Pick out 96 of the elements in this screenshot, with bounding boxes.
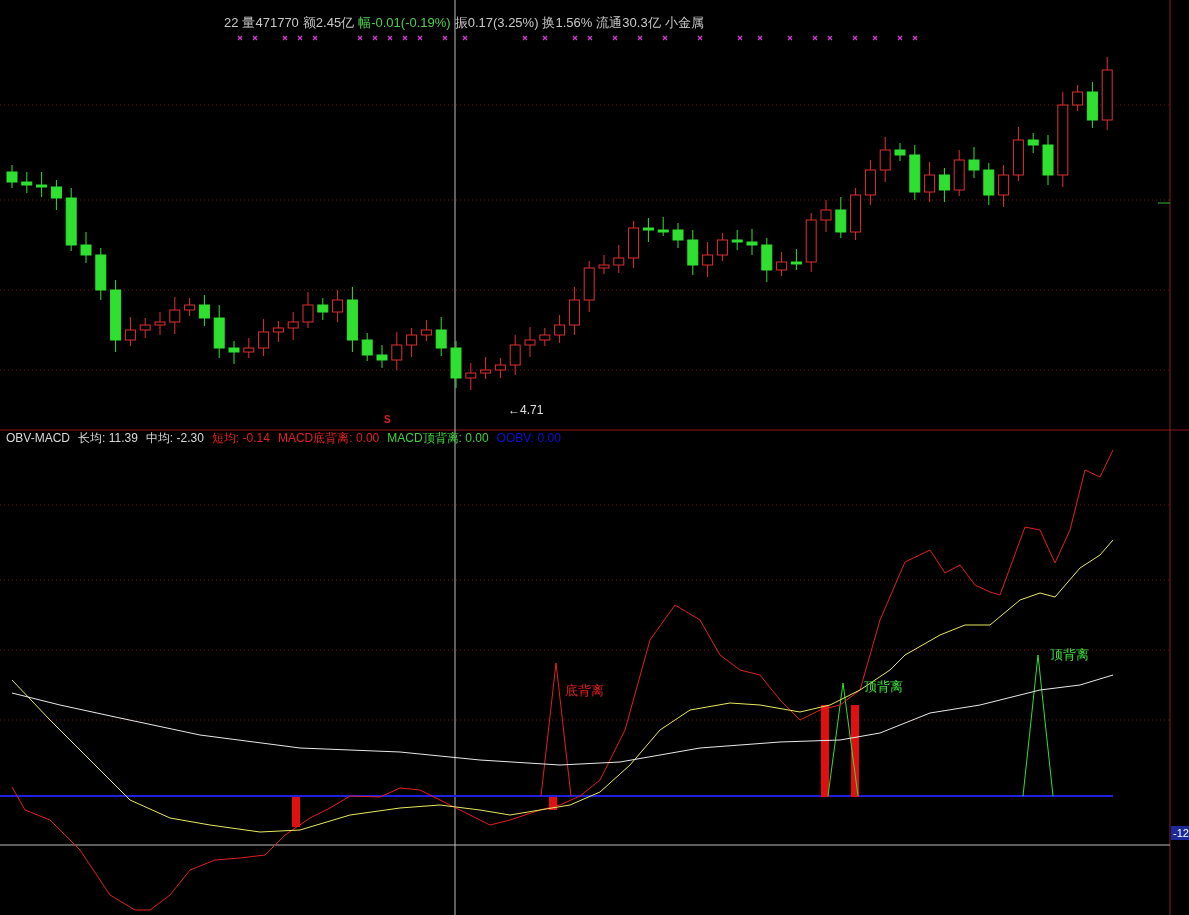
candle [361,332,373,362]
candle [716,232,728,262]
quote-text: 量471770 [242,14,299,31]
candle [465,362,477,391]
candle [272,320,284,343]
candle [139,317,151,339]
candle [672,222,684,249]
legend-text: 短均: -0.14 [211,430,270,446]
candle [317,297,329,321]
candle [198,294,210,327]
legend-text: OOBV: 0.00 [496,430,561,446]
price-tick [1157,202,1171,204]
axis-readout: -12 [1171,826,1189,840]
candle [524,326,536,358]
candle [776,251,788,277]
candle [509,334,521,376]
quote-text: 22 [224,14,239,31]
candle [258,318,270,357]
candle [613,244,625,274]
candle [539,327,551,347]
candle [65,187,77,252]
candle [435,316,447,357]
legend-text: 中均: -2.30 [145,430,204,446]
candle [1042,134,1054,186]
candle [184,297,196,317]
candle [731,229,743,251]
low-price-label: ←4.71 [508,403,544,417]
divergence-label: 底背离 [565,683,604,698]
candle [376,344,388,369]
candle [391,331,403,371]
candle [953,149,965,197]
candle [998,164,1010,208]
candle [494,357,506,379]
candle [243,337,255,359]
divergence-label: 顶背离 [864,679,903,694]
signal-mark: S [384,414,391,426]
candle [213,304,225,359]
candle [628,220,640,269]
candle [21,171,33,194]
legend-text: 长均: 11.39 [78,430,138,446]
candle [850,187,862,241]
candle [894,142,906,162]
candle [80,231,92,264]
candle [864,159,876,206]
quote-text: 幅-0.01(-0.19%) [358,14,451,31]
candle [805,212,817,273]
legend-text: OBV-MACD [6,430,70,446]
candle [790,248,802,271]
candle [583,260,595,313]
divergence-label: 顶背离 [1050,647,1089,662]
candle [909,144,921,201]
candle [1027,132,1039,154]
candle [702,241,714,278]
quote-text: 额2.45亿 [302,14,355,31]
candle [169,296,181,335]
candle [346,286,358,353]
candle [287,311,299,341]
candle [938,167,950,203]
candle [406,327,418,358]
legend-text: MACD底背离: 0.00 [277,430,380,446]
candle [450,340,462,389]
candle [6,164,18,189]
quote-text: 流通30.3亿 [596,14,661,31]
candle [835,196,847,239]
candle [228,340,240,365]
signal-bar [292,797,300,827]
signal-bar [549,797,557,810]
candle [687,229,699,276]
candle [154,311,166,336]
candle [924,161,936,203]
candle [95,247,107,301]
candle [480,356,492,380]
candle [598,254,610,275]
candle [968,146,980,179]
candle [554,314,566,344]
candle [1072,84,1084,112]
quote-text: 振0.17(3.25%) [454,14,539,31]
candle [642,217,654,243]
candle [36,171,48,198]
candle [124,316,136,347]
candle [983,162,995,206]
legend-text: MACD顶背离: 0.00 [387,430,489,446]
candle [879,136,891,183]
candle [1012,126,1024,182]
candle [302,291,314,329]
candle [50,179,62,211]
candle [568,286,580,336]
candle [746,228,758,256]
candle [657,216,669,237]
quote-text: 换1.56% [542,14,593,31]
quote-text: 小金属 [664,14,704,31]
candle [420,319,432,342]
candle [332,289,344,323]
candle [761,237,773,283]
candle [820,199,832,233]
candle [1086,81,1098,129]
